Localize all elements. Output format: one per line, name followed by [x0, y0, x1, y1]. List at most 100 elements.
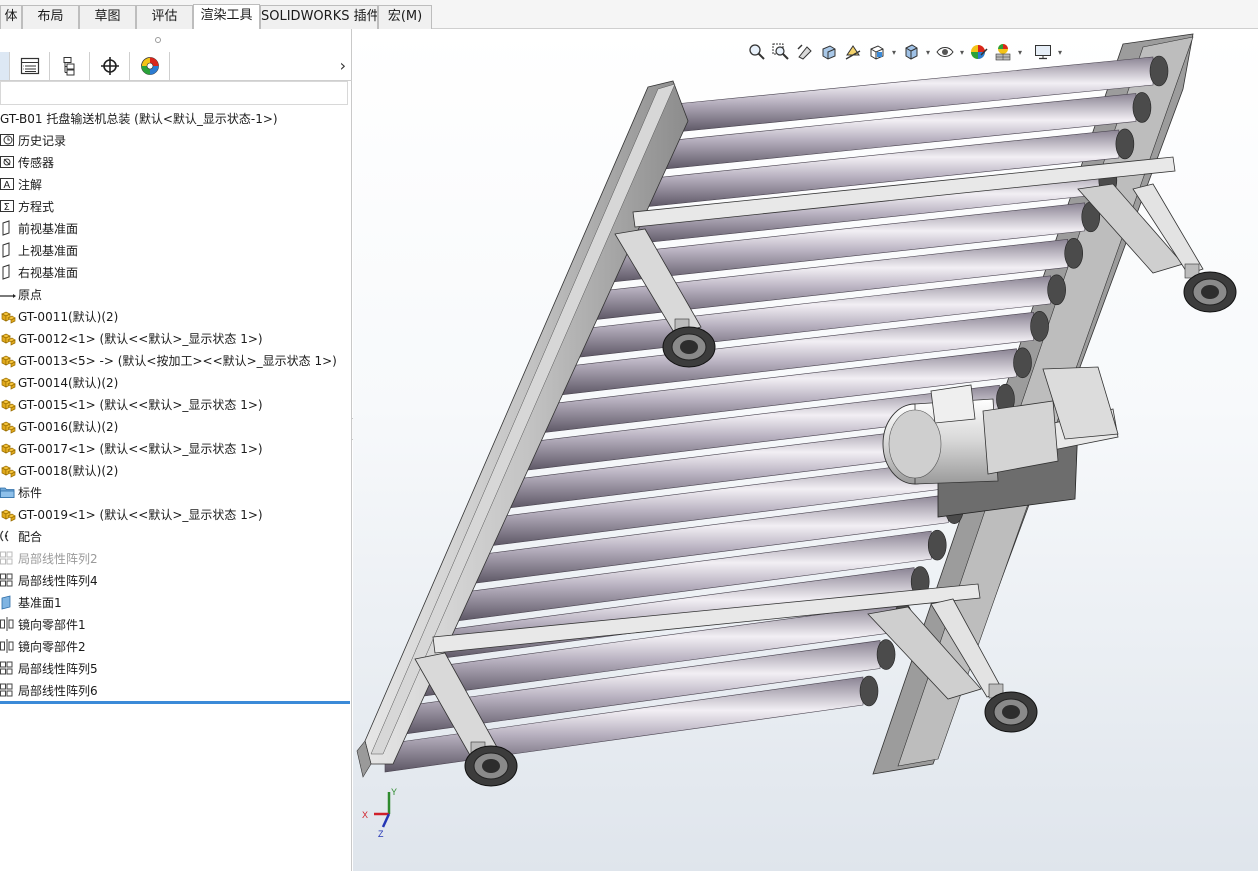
display-style-icon[interactable]: [899, 41, 923, 63]
roller-sprocket: [1132, 92, 1152, 123]
dynamic-annotation-icon[interactable]: [841, 41, 865, 63]
leveling-foot[interactable]: [1183, 271, 1237, 313]
zoom-to-fit-icon[interactable]: [745, 41, 769, 63]
tab-macro[interactable]: 宏(M): [378, 5, 432, 29]
view-settings-icon[interactable]: [1031, 41, 1055, 63]
roller-sprocket: [1149, 55, 1169, 87]
leveling-foot[interactable]: [662, 326, 716, 368]
tree-item-linear-pattern[interactable]: 局部线性阵列5: [0, 657, 352, 679]
chevron-right-icon[interactable]: ›: [340, 56, 346, 75]
zoom-to-area-icon[interactable]: [769, 41, 793, 63]
chevron-down-icon[interactable]: ▾: [889, 48, 899, 57]
linear-pattern-icon: [0, 572, 18, 588]
graphics-area[interactable]: Y X Z ▾ ▾ ▾ ▾ ▾: [353, 29, 1258, 871]
annotation-icon: A: [0, 176, 18, 192]
feature-tree-icon[interactable]: [0, 52, 10, 80]
section-view-icon[interactable]: [817, 41, 841, 63]
linear-pattern-icon: [0, 660, 18, 676]
tab-layout[interactable]: 布局: [22, 5, 79, 29]
tab-evaluate[interactable]: 评估: [136, 5, 193, 29]
chevron-down-icon[interactable]: ▾: [1015, 48, 1025, 57]
chevron-down-icon[interactable]: ▾: [1055, 48, 1065, 57]
leveling-foot[interactable]: [464, 745, 518, 787]
tree-root-label: GT-B01 托盘输送机总装 (默认<默认_显示状态-1>): [0, 111, 278, 126]
tree-item-component[interactable]: GT-0019<1> (默认<<默认>_显示状态 1>): [0, 503, 352, 525]
view-orientation-icon[interactable]: [865, 41, 889, 63]
display-manager-icon[interactable]: [130, 52, 170, 80]
tab-solid-body[interactable]: 体: [0, 5, 22, 29]
roller-sprocket: [1047, 274, 1066, 306]
apply-scene-icon[interactable]: [991, 41, 1015, 63]
svg-text:Σ: Σ: [4, 202, 10, 213]
tree-item-component[interactable]: GT-0017<1> (默认<<默认>_显示状态 1>): [0, 437, 352, 459]
chevron-down-icon[interactable]: ▾: [923, 48, 933, 57]
feature-manager-panel: › GT-B01 托盘输送机总装 (默认<默认_显示状态-1>) 历史记录 传感…: [0, 29, 352, 871]
assembly-icon: [0, 462, 18, 478]
mates-icon: [0, 528, 18, 544]
assembly-icon: [0, 352, 18, 368]
tree-item-component[interactable]: GT-0015<1> (默认<<默认>_显示状态 1>): [0, 393, 352, 415]
assembly-icon: [0, 396, 18, 412]
tree-item-plane1[interactable]: 基准面1: [0, 591, 352, 613]
heads-up-view-toolbar: ▾ ▾ ▾ ▾ ▾: [745, 41, 1065, 63]
axis-y-label: Y: [391, 787, 397, 797]
conveyor-model[interactable]: Y X Z: [353, 29, 1258, 871]
svg-text:A: A: [4, 180, 11, 191]
tree-item-standard-parts-folder[interactable]: 标件: [0, 481, 352, 503]
tab-solidworks-addins[interactable]: SOLIDWORKS 插件: [260, 5, 378, 29]
tree-item-linear-pattern[interactable]: 局部线性阵列4: [0, 569, 352, 591]
tree-filter-input[interactable]: [0, 81, 348, 105]
assembly-icon: [0, 506, 18, 522]
plane-icon: [0, 242, 18, 258]
assembly-icon: [0, 418, 18, 434]
rollback-bar[interactable]: [0, 701, 350, 704]
tree-item-mirror-component[interactable]: 镜向零部件2: [0, 635, 352, 657]
tree-item-history[interactable]: 历史记录: [0, 129, 352, 151]
tree-item-component[interactable]: GT-0014(默认)(2): [0, 371, 352, 393]
tree-root-assembly[interactable]: GT-B01 托盘输送机总装 (默认<默认_显示状态-1>): [0, 107, 352, 129]
folder-icon: [0, 484, 18, 500]
tree-item-sensors[interactable]: 传感器: [0, 151, 352, 173]
roller-sprocket: [1030, 310, 1049, 342]
equation-icon: Σ: [0, 198, 18, 214]
tree-item-top-plane[interactable]: 上视基准面: [0, 239, 352, 261]
tree-item-right-plane[interactable]: 右视基准面: [0, 261, 352, 283]
tab-sketch[interactable]: 草图: [79, 5, 136, 29]
coordinate-triad: Y X Z: [362, 787, 397, 839]
tree-item-mirror-component[interactable]: 镜向零部件1: [0, 613, 352, 635]
tree-item-component[interactable]: GT-0018(默认)(2): [0, 459, 352, 481]
chevron-down-icon[interactable]: ▾: [957, 48, 967, 57]
roller-sprocket: [876, 639, 896, 670]
axis-x-label: X: [362, 810, 368, 820]
edit-appearance-icon[interactable]: [967, 41, 991, 63]
assembly-icon: [0, 308, 18, 324]
tree-item-linear-pattern[interactable]: 局部线性阵列2: [0, 547, 352, 569]
roller-sprocket: [1064, 238, 1084, 269]
plane-icon: [0, 220, 18, 236]
tree-item-equations[interactable]: Σ 方程式: [0, 195, 352, 217]
property-manager-icon[interactable]: [10, 52, 50, 80]
tree-item-component[interactable]: GT-0011(默认)(2): [0, 305, 352, 327]
tree-item-linear-pattern[interactable]: 局部线性阵列6: [0, 679, 352, 701]
hide-show-items-icon[interactable]: [933, 41, 957, 63]
assembly-icon: [0, 440, 18, 456]
tree-item-mates[interactable]: 配合: [0, 525, 352, 547]
dimxpert-icon[interactable]: [90, 52, 130, 80]
configuration-manager-icon[interactable]: [50, 52, 90, 80]
tree-item-annotations[interactable]: A 注解: [0, 173, 352, 195]
sensor-icon: [0, 154, 18, 170]
mirror-icon: [0, 638, 18, 654]
tab-render-tools[interactable]: 渲染工具: [193, 4, 260, 30]
tree-item-front-plane[interactable]: 前视基准面: [0, 217, 352, 239]
command-manager-tabs: 体 布局 草图 评估 渲染工具 SOLIDWORKS 插件 宏(M): [0, 0, 1258, 30]
plane-icon: [0, 264, 18, 280]
assembly-icon: [0, 330, 18, 346]
leveling-foot[interactable]: [984, 691, 1038, 733]
tree-item-component[interactable]: GT-0013<5> -> (默认<按加工><<默认>_显示状态 1>): [0, 349, 352, 371]
tree-item-component[interactable]: GT-0012<1> (默认<<默认>_显示状态 1>): [0, 327, 352, 349]
previous-view-icon[interactable]: [793, 41, 817, 63]
tree-item-component[interactable]: GT-0016(默认)(2): [0, 415, 352, 437]
tree-item-origin[interactable]: 原点: [0, 283, 352, 305]
roller-sprocket: [1115, 128, 1135, 160]
panel-splitter-handle[interactable]: [155, 37, 161, 43]
